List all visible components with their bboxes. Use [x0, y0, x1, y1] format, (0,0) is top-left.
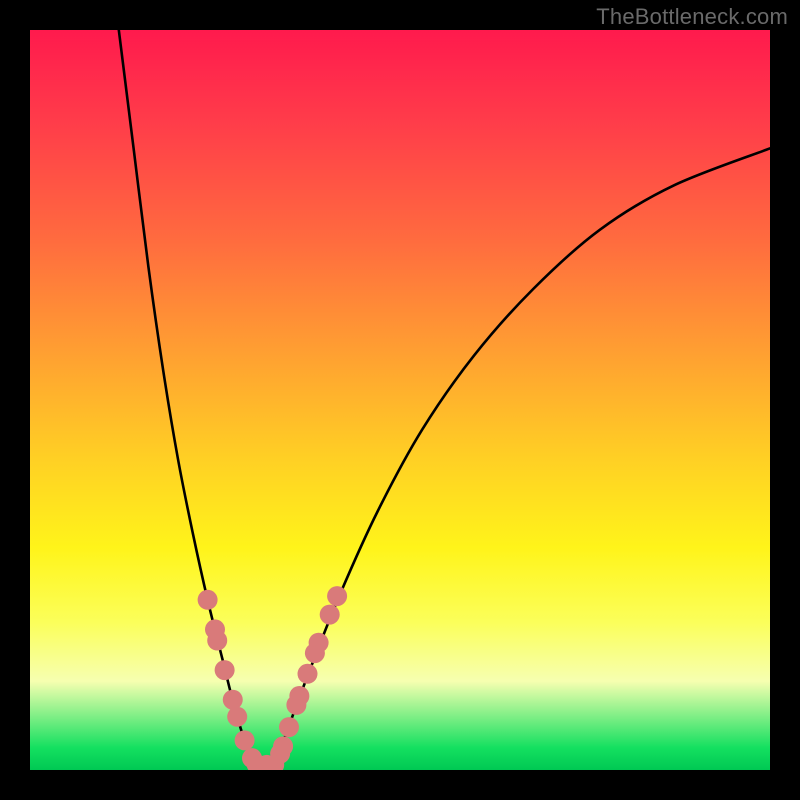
- marker-dot: [215, 660, 235, 680]
- curve-left-branch: [119, 30, 256, 766]
- marker-dot: [298, 664, 318, 684]
- marker-dot: [273, 736, 293, 756]
- marker-dot: [227, 707, 247, 727]
- marker-dot: [207, 631, 227, 651]
- curve-layer: [30, 30, 770, 770]
- marker-dot: [289, 686, 309, 706]
- marker-dot: [309, 633, 329, 653]
- watermark-text: TheBottleneck.com: [596, 4, 788, 30]
- marker-dot: [320, 605, 340, 625]
- plot-area: [30, 30, 770, 770]
- highlight-markers: [198, 586, 348, 770]
- curve-right-branch: [274, 148, 770, 766]
- marker-dot: [198, 590, 218, 610]
- marker-dot: [327, 586, 347, 606]
- marker-dot: [223, 690, 243, 710]
- marker-dot: [279, 717, 299, 737]
- chart-frame: TheBottleneck.com: [0, 0, 800, 800]
- marker-dot: [235, 730, 255, 750]
